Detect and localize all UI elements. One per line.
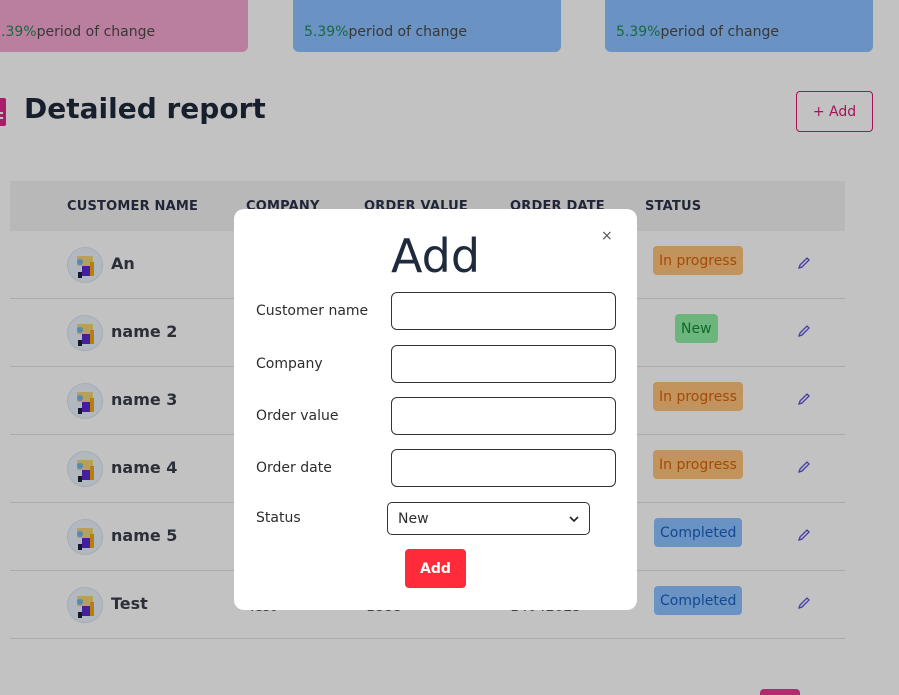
close-icon[interactable]: × (601, 228, 613, 244)
order-value-input[interactable] (391, 397, 616, 435)
customer-name-label: Customer name (256, 303, 369, 319)
status-select[interactable]: New (387, 502, 590, 535)
company-label: Company (256, 356, 323, 372)
submit-button[interactable]: Add (405, 549, 466, 588)
order-value-label: Order value (256, 408, 339, 424)
customer-name-input[interactable] (391, 292, 616, 330)
order-date-input[interactable] (391, 449, 616, 487)
status-select-value: New (398, 510, 429, 527)
modal-title: Add (390, 229, 481, 283)
order-date-label: Order date (256, 460, 332, 476)
chevron-down-icon (569, 515, 579, 522)
add-modal: Add × Customer name Company Order value … (234, 209, 637, 610)
company-input[interactable] (391, 345, 616, 383)
status-label: Status (256, 510, 301, 526)
